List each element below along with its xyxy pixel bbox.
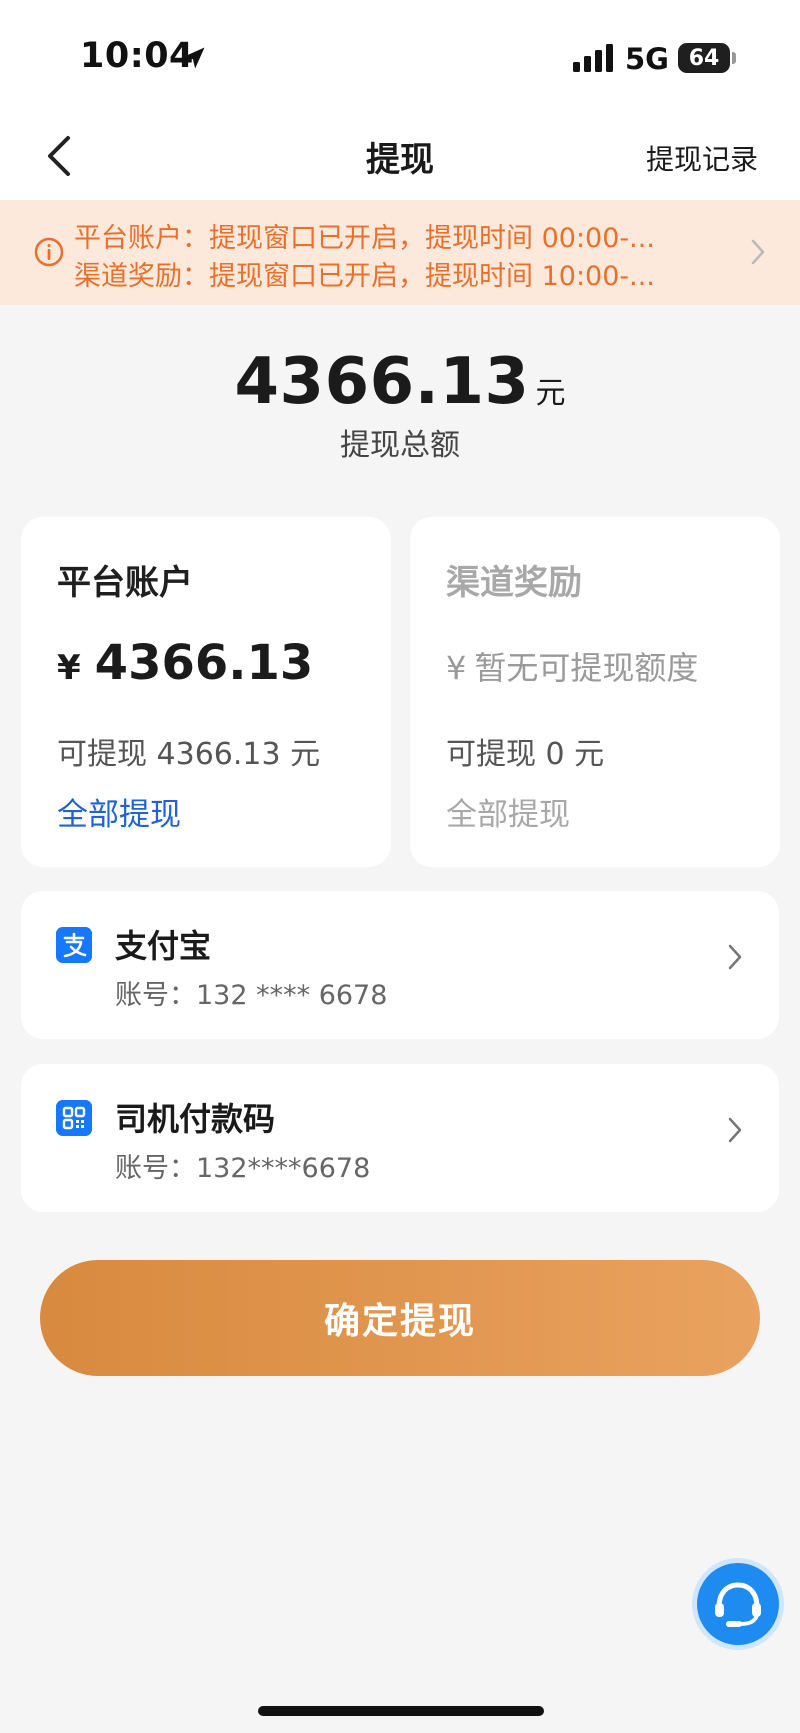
total-amount-block: 4366.13 元 (0, 345, 800, 419)
confirm-withdraw-button[interactable]: 确定提现 (40, 1260, 760, 1376)
battery-cap (732, 52, 736, 64)
network-type: 5G (625, 42, 669, 76)
notice-line-channel: 渠道奖励：提现窗口已开启，提现时间 10:00-... (74, 261, 655, 292)
location-arrow-icon (183, 47, 205, 69)
channel-reward-card[interactable]: 渠道奖励 ¥ 暂无可提现额度 可提现 0 元 全部提现 (410, 517, 780, 867)
info-icon (34, 237, 64, 267)
chevron-right-icon (751, 239, 765, 265)
platform-account-card[interactable]: 平台账户 ¥4366.13 可提现 4366.13 元 全部提现 (21, 517, 391, 867)
payment-method-account: 账号：132 **** 6678 (115, 980, 388, 1011)
total-amount: 4366.13 (234, 345, 530, 419)
headset-icon (715, 1582, 761, 1627)
withdraw-all-button-disabled: 全部提现 (446, 797, 570, 833)
notice-line-platform: 平台账户：提现窗口已开启，提现时间 00:00-... (74, 223, 655, 254)
card-amount-text: 暂无可提现额度 (474, 649, 699, 687)
status-time: 10:04 (80, 36, 194, 76)
withdraw-all-button[interactable]: 全部提现 (57, 789, 181, 834)
alipay-icon (56, 927, 92, 963)
battery-level: 64 (688, 45, 720, 71)
card-title: 渠道奖励 (446, 563, 582, 603)
payment-method-name: 司机付款码 (115, 1100, 276, 1138)
chevron-right-icon (728, 944, 742, 970)
nav-bar: 提现 提现记录 (0, 110, 800, 200)
qr-code-icon (56, 1100, 92, 1136)
payment-method-alipay[interactable]: 支付宝 账号：132 **** 6678 (21, 891, 779, 1039)
card-available-text: 可提现 4366.13 元 (57, 737, 321, 772)
home-indicator (258, 1706, 544, 1716)
status-bar: 10:04 5G 64 (0, 0, 800, 110)
chevron-right-icon (728, 1117, 742, 1143)
total-label: 提现总额 (340, 428, 460, 463)
card-available-text: 可提现 0 元 (446, 737, 605, 772)
customer-service-button[interactable] (697, 1563, 779, 1645)
payment-method-driver-qr[interactable]: 司机付款码 账号：132****6678 (21, 1064, 779, 1212)
currency-symbol: ¥ (57, 648, 81, 688)
payment-method-account: 账号：132****6678 (115, 1153, 371, 1184)
cellular-signal-icon (573, 44, 613, 72)
currency-symbol: ¥ (446, 649, 467, 687)
card-title: 平台账户 (57, 563, 193, 603)
payment-method-name: 支付宝 (115, 927, 212, 965)
card-amount: ¥4366.13 (57, 635, 313, 691)
card-amount: ¥ 暂无可提现额度 (446, 643, 698, 689)
notice-banner[interactable]: 平台账户：提现窗口已开启，提现时间 00:00-... 渠道奖励：提现窗口已开启… (0, 200, 800, 305)
card-amount-value: 4366.13 (94, 635, 314, 691)
total-unit: 元 (535, 376, 566, 411)
withdraw-history-link[interactable]: 提现记录 (646, 138, 758, 178)
battery-indicator: 64 (678, 43, 730, 73)
